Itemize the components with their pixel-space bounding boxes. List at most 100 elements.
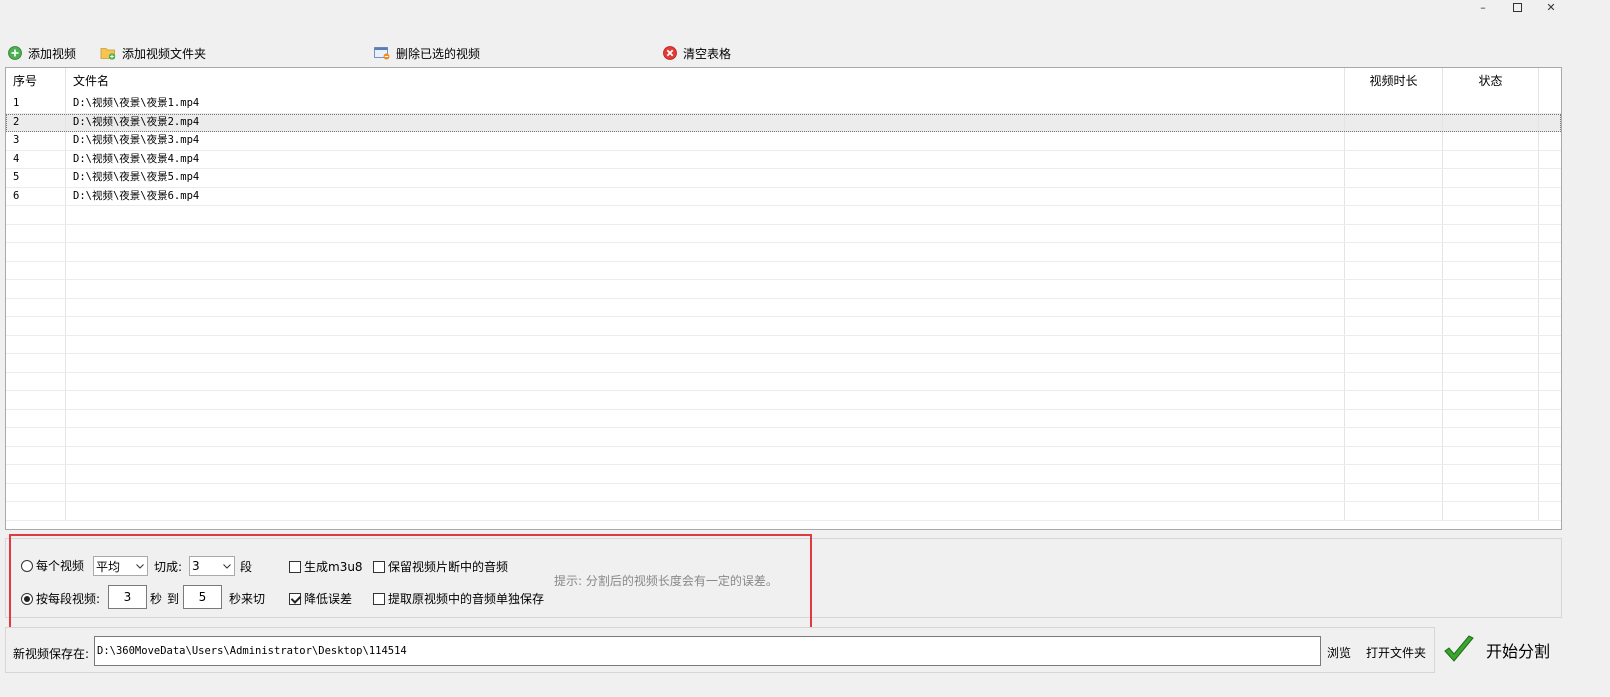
cell-filler [1539, 447, 1561, 465]
table-row[interactable]: 4 D:\视频\夜景\夜景4.mp4 [6, 150, 1561, 169]
max-seconds-input[interactable]: 5 [183, 585, 222, 609]
cell-seq [6, 446, 66, 464]
header-filename[interactable]: 文件名 [66, 68, 1345, 95]
cell-status [1443, 354, 1539, 372]
add-folder-button[interactable]: 添加视频文件夹 [100, 42, 206, 64]
save-path-input[interactable]: D:\360MoveData\Users\Administrator\Deskt… [94, 636, 1321, 666]
empty-table-row [6, 409, 1561, 428]
delete-selected-button[interactable]: 删除已选的视频 [374, 42, 480, 64]
extract-audio-checkbox[interactable]: 提取原视频中的音频单独保存 [373, 590, 544, 607]
cell-filename [66, 409, 1345, 427]
cell-filename [66, 502, 1345, 520]
cell-seq [6, 409, 66, 427]
cell-filename [66, 465, 1345, 483]
cell-filename [66, 428, 1345, 446]
cell-filename: D:\视频\夜景\夜景3.mp4 [66, 132, 1345, 150]
open-folder-button[interactable]: 打开文件夹 [1366, 644, 1426, 661]
cell-status [1443, 243, 1539, 261]
empty-table-row [6, 206, 1561, 225]
reduce-error-checkbox[interactable]: 降低误差 [289, 590, 352, 607]
close-button[interactable]: ✕ [1534, 0, 1568, 14]
table-row[interactable]: 6 D:\视频\夜景\夜景6.mp4 [6, 187, 1561, 206]
video-list-table[interactable]: 序号 文件名 视频时长 状态 1 D:\视频\夜景\夜景1.mp4 2 D:\视频\夜… [5, 67, 1562, 530]
cell-filename [66, 391, 1345, 409]
cell-status [1443, 372, 1539, 390]
cell-filename: D:\视频\夜景\夜景2.mp4 [66, 113, 1345, 131]
clear-table-label: 清空表格 [683, 46, 732, 61]
cell-seq [6, 354, 66, 372]
cell-filler [1539, 373, 1561, 391]
cell-seq: 1 [6, 95, 66, 113]
cell-status [1443, 446, 1539, 464]
checkmark-icon [1444, 635, 1474, 662]
cell-duration [1345, 446, 1443, 464]
header-seq[interactable]: 序号 [6, 68, 66, 95]
cell-filename [66, 354, 1345, 372]
segments-select[interactable]: 3 [189, 556, 235, 576]
add-folder-label: 添加视频文件夹 [122, 46, 207, 61]
cell-filler [1539, 243, 1561, 261]
mode-each-video-radio[interactable]: 每个视频 [21, 557, 84, 574]
cell-status [1443, 409, 1539, 427]
chevron-down-icon [133, 563, 147, 569]
cell-filler [1539, 225, 1561, 243]
cell-duration [1345, 187, 1443, 205]
reduce-error-label: 降低误差 [304, 592, 353, 606]
cell-duration [1345, 206, 1443, 224]
table-row[interactable]: 1 D:\视频\夜景\夜景1.mp4 [6, 95, 1561, 114]
clear-table-button[interactable]: 清空表格 [663, 42, 731, 64]
min-seconds-input[interactable]: 3 [108, 585, 147, 609]
cell-filename [66, 206, 1345, 224]
table-row[interactable]: 2 D:\视频\夜景\夜景2.mp4 [6, 113, 1561, 132]
empty-table-row [6, 317, 1561, 336]
cell-status [1443, 95, 1539, 113]
cell-status [1443, 298, 1539, 316]
cell-seq [6, 372, 66, 390]
save-path-label: 新视频保存在: [13, 647, 90, 661]
add-video-button[interactable]: 添加视频 [8, 42, 76, 64]
cell-seq [6, 243, 66, 261]
window-controls: – ✕ [1466, 0, 1568, 14]
empty-table-row [6, 243, 1561, 262]
cell-filename: D:\视频\夜景\夜景4.mp4 [66, 150, 1345, 168]
cell-duration [1345, 502, 1443, 520]
start-split-button[interactable]: 开始分割 [1438, 628, 1562, 672]
keep-audio-checkbox[interactable]: 保留视频片断中的音频 [373, 558, 508, 575]
cell-status [1443, 169, 1539, 187]
table-row[interactable]: 5 D:\视频\夜景\夜景5.mp4 [6, 169, 1561, 188]
gen-m3u8-checkbox[interactable]: 生成m3u8 [289, 558, 363, 575]
cell-seq: 4 [6, 150, 66, 168]
cell-status [1443, 502, 1539, 520]
cell-duration [1345, 428, 1443, 446]
cell-filler [1539, 391, 1561, 409]
minimize-button[interactable]: – [1466, 0, 1500, 14]
empty-table-row [6, 465, 1561, 484]
cell-duration [1345, 95, 1443, 113]
cell-status [1443, 465, 1539, 483]
cell-filler [1539, 114, 1561, 132]
maximize-button[interactable] [1500, 0, 1534, 14]
header-duration[interactable]: 视频时长 [1345, 68, 1443, 95]
cell-filename [66, 224, 1345, 242]
cell-status [1443, 391, 1539, 409]
empty-table-row [6, 446, 1561, 465]
cell-seq: 2 [6, 113, 66, 131]
empty-table-row [6, 261, 1561, 280]
table-row[interactable]: 3 D:\视频\夜景\夜景3.mp4 [6, 132, 1561, 151]
browse-button[interactable]: 浏览 [1327, 644, 1351, 661]
toolbar: 添加视频 添加视频文件夹 删除已选的视频 清空表格 [0, 42, 1568, 64]
cell-seq [6, 298, 66, 316]
mode-per-segment-radio[interactable]: 按每段视频: [21, 590, 100, 607]
cell-duration [1345, 280, 1443, 298]
cell-duration [1345, 465, 1443, 483]
split-method-select[interactable]: 平均 [93, 556, 148, 576]
cell-filename [66, 446, 1345, 464]
cell-seq: 6 [6, 187, 66, 205]
table-header: 序号 文件名 视频时长 状态 [6, 68, 1561, 95]
cell-filler [1539, 299, 1561, 317]
cell-filename: D:\视频\夜景\夜景5.mp4 [66, 169, 1345, 187]
cell-filler [1539, 410, 1561, 428]
header-status[interactable]: 状态 [1443, 68, 1539, 95]
header-filler [1539, 68, 1561, 95]
cell-filename [66, 243, 1345, 261]
